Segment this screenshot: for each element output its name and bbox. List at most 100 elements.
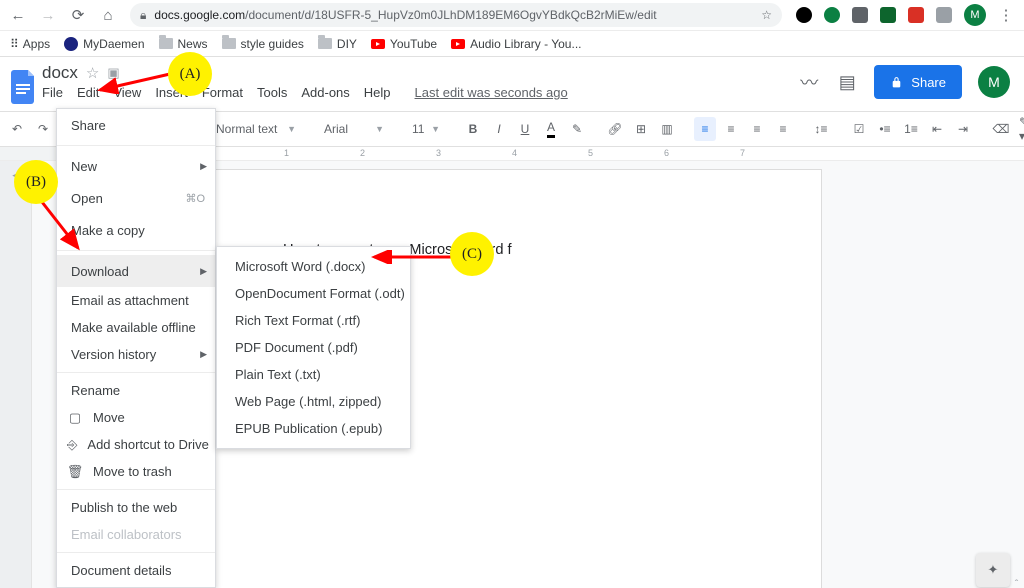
menu-help[interactable]: Help bbox=[364, 85, 391, 100]
font-select[interactable]: Arial▼ bbox=[318, 117, 390, 141]
home-icon[interactable]: ⌂ bbox=[100, 7, 116, 23]
line-spacing-button[interactable]: ↕≡ bbox=[810, 117, 832, 141]
bullet-list-button[interactable]: •≡ bbox=[874, 117, 896, 141]
lock-icon bbox=[890, 76, 903, 89]
bookmark-item[interactable]: MyDaemen bbox=[64, 37, 144, 51]
download-epub[interactable]: EPUB Publication (.epub) bbox=[217, 415, 410, 442]
menu-offline[interactable]: Make available offline bbox=[57, 314, 215, 341]
url-text: docs.google.com/document/d/18USFR-5_HupV… bbox=[154, 8, 656, 22]
indent-button[interactable]: ⇥ bbox=[952, 117, 974, 141]
apps-grid-icon: ⠿ bbox=[10, 37, 18, 51]
explore-button[interactable]: ✦ bbox=[976, 553, 1010, 587]
bookmark-item[interactable]: YouTube bbox=[371, 37, 437, 51]
menu-file[interactable]: File bbox=[42, 85, 63, 100]
download-odt[interactable]: OpenDocument Format (.odt) bbox=[217, 280, 410, 307]
menu-format[interactable]: Format bbox=[202, 85, 243, 100]
bookmark-item[interactable]: Audio Library - You... bbox=[451, 37, 581, 51]
align-center-button[interactable]: ≡ bbox=[720, 117, 742, 141]
ruler-tick: 2 bbox=[360, 148, 365, 158]
menu-addons[interactable]: Add-ons bbox=[301, 85, 349, 100]
menu-details[interactable]: Document details bbox=[57, 557, 215, 584]
folder-icon bbox=[318, 38, 332, 49]
docs-logo[interactable] bbox=[6, 63, 42, 111]
bookmark-star-icon[interactable]: ☆ bbox=[761, 8, 772, 22]
doc-title[interactable]: docx bbox=[42, 63, 78, 83]
italic-button[interactable]: I bbox=[488, 117, 510, 141]
numbered-list-button[interactable]: 1≡ bbox=[900, 117, 922, 141]
align-justify-button[interactable]: ≡ bbox=[772, 117, 794, 141]
align-right-button[interactable]: ≡ bbox=[746, 117, 768, 141]
font-size-select[interactable]: 11▼ bbox=[406, 117, 446, 141]
menu-move[interactable]: ▢Move bbox=[57, 404, 215, 431]
download-rtf[interactable]: Rich Text Format (.rtf) bbox=[217, 307, 410, 334]
menu-share[interactable]: Share bbox=[57, 109, 215, 141]
bookmark-folder[interactable]: style guides bbox=[222, 37, 304, 51]
reload-icon[interactable]: ⟳ bbox=[70, 7, 86, 23]
text-color-button[interactable]: A bbox=[540, 117, 562, 141]
ruler-tick: 7 bbox=[740, 148, 745, 158]
profile-avatar[interactable]: M bbox=[964, 4, 986, 26]
download-pdf[interactable]: PDF Document (.pdf) bbox=[217, 334, 410, 361]
outdent-button[interactable]: ⇤ bbox=[926, 117, 948, 141]
menu-rename[interactable]: Rename bbox=[57, 377, 215, 404]
menu-trash[interactable]: 🗑︎Move to trash bbox=[57, 458, 215, 485]
annotation-a: (A) bbox=[168, 52, 212, 96]
clear-format-button[interactable]: ⌫ bbox=[990, 117, 1012, 141]
comments-icon[interactable]: ▤ bbox=[836, 71, 858, 93]
annotation-arrow-a bbox=[96, 72, 172, 94]
menu-new[interactable]: New▶ bbox=[57, 150, 215, 182]
extension-icon[interactable] bbox=[824, 7, 840, 23]
activity-icon[interactable]: 〰 bbox=[798, 71, 820, 93]
extension-icon[interactable] bbox=[880, 7, 896, 23]
editing-mode-button[interactable]: ✎ ▾ bbox=[1016, 117, 1024, 141]
bookmark-folder[interactable]: News bbox=[159, 37, 208, 51]
insert-link-button[interactable]: 🔗︎ bbox=[604, 117, 626, 141]
underline-button[interactable]: U bbox=[514, 117, 536, 141]
annotation-b: (B) bbox=[14, 160, 58, 204]
insert-image-button[interactable]: ▥ bbox=[656, 117, 678, 141]
extension-icon[interactable] bbox=[936, 7, 952, 23]
share-label: Share bbox=[911, 75, 946, 90]
menu-language[interactable]: Language▶ bbox=[57, 584, 215, 588]
forward-icon[interactable]: → bbox=[40, 7, 56, 23]
apps-button[interactable]: ⠿Apps bbox=[10, 37, 50, 51]
trash-icon: 🗑︎ bbox=[67, 464, 83, 480]
menu-version-history[interactable]: Version history▶ bbox=[57, 341, 215, 368]
last-edit-link[interactable]: Last edit was seconds ago bbox=[415, 85, 568, 100]
extension-icon[interactable] bbox=[796, 7, 812, 23]
annotation-c: (C) bbox=[450, 232, 494, 276]
insert-comment-button[interactable]: ⊞ bbox=[630, 117, 652, 141]
align-left-button[interactable]: ≡ bbox=[694, 117, 716, 141]
kebab-icon[interactable]: ⋮ bbox=[998, 7, 1014, 23]
menu-add-shortcut[interactable]: ⎆Add shortcut to Drive bbox=[57, 431, 215, 458]
shortcut-icon: ⎆ bbox=[67, 437, 77, 453]
redo-button[interactable]: ↷ bbox=[32, 117, 54, 141]
ruler-tick: 6 bbox=[664, 148, 669, 158]
download-submenu: Microsoft Word (.docx) OpenDocument Form… bbox=[216, 246, 411, 449]
menu-publish[interactable]: Publish to the web bbox=[57, 494, 215, 521]
folder-icon bbox=[159, 38, 173, 49]
scroll-arrows[interactable]: ˆˇ bbox=[1009, 579, 1024, 588]
checklist-button[interactable]: ☑ bbox=[848, 117, 870, 141]
extension-icon[interactable] bbox=[852, 7, 868, 23]
back-icon[interactable]: ← bbox=[10, 7, 26, 23]
folder-icon bbox=[222, 38, 236, 49]
menu-email-attachment[interactable]: Email as attachment bbox=[57, 287, 215, 314]
bookmarks-bar: ⠿Apps MyDaemen News style guides DIY You… bbox=[0, 31, 1024, 57]
download-html[interactable]: Web Page (.html, zipped) bbox=[217, 388, 410, 415]
account-avatar[interactable]: M bbox=[978, 66, 1010, 98]
address-bar[interactable]: 🔒︎ docs.google.com/document/d/18USFR-5_H… bbox=[130, 3, 782, 27]
lock-icon: 🔒︎ bbox=[140, 8, 146, 23]
bold-button[interactable]: B bbox=[462, 117, 484, 141]
undo-button[interactable]: ↶ bbox=[6, 117, 28, 141]
outline-toggle[interactable]: ◂ bbox=[0, 161, 32, 588]
menu-download[interactable]: Download▶ bbox=[57, 255, 215, 287]
extension-icon[interactable] bbox=[908, 7, 924, 23]
share-button[interactable]: Share bbox=[874, 65, 962, 99]
highlight-button[interactable]: ✎ bbox=[566, 117, 588, 141]
paragraph-style-select[interactable]: Normal text▼ bbox=[210, 117, 302, 141]
menu-tools[interactable]: Tools bbox=[257, 85, 287, 100]
site-favicon bbox=[64, 37, 78, 51]
bookmark-folder[interactable]: DIY bbox=[318, 37, 357, 51]
download-txt[interactable]: Plain Text (.txt) bbox=[217, 361, 410, 388]
